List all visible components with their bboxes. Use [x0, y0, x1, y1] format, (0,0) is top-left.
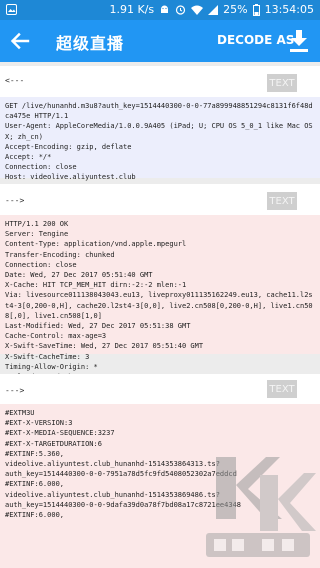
message-card-response-headers: ---> TEXT HTTP/1.1 200 OK Server: Tengin…	[0, 184, 320, 381]
signal-icon	[208, 4, 219, 15]
message-content: #EXTM3U #EXT-X-VERSION:3 #EXT-X-MEDIA-SE…	[0, 404, 320, 568]
direction-label: <---	[5, 76, 25, 85]
direction-label: --->	[5, 386, 25, 395]
message-card-request: <--- TEXT GET /live/hunanhd.m3u8?auth_ke…	[0, 66, 320, 181]
battery-percent: 25%	[223, 3, 248, 16]
text-button[interactable]: TEXT	[267, 74, 297, 92]
text-button[interactable]: TEXT	[267, 192, 297, 210]
status-right: 1.91 K/s 25% 13:54:05	[110, 3, 315, 16]
wifi-icon	[191, 5, 204, 15]
decode-as-button[interactable]: DECODE AS	[217, 33, 294, 47]
direction-label: --->	[5, 196, 25, 205]
status-left	[6, 4, 17, 15]
clock: 13:54:05	[264, 3, 314, 16]
text-button[interactable]: TEXT	[267, 380, 297, 398]
message-content: HTTP/1.1 200 OK Server: Tengine Content-…	[0, 215, 320, 381]
image-icon	[6, 4, 17, 15]
message-content: GET /live/hunanhd.m3u8?auth_key=15144403…	[0, 97, 320, 181]
app-bar: 超级直播 DECODE AS	[0, 20, 320, 62]
android-debug-icon	[161, 5, 169, 13]
page-title: 超级直播	[56, 34, 125, 53]
message-card-response-body: ---> TEXT #EXTM3U #EXT-X-VERSION:3 #EXT-…	[0, 374, 320, 568]
arrow-left-icon[interactable]	[10, 31, 30, 51]
download-icon[interactable]	[288, 29, 310, 53]
alarm-icon	[176, 5, 186, 15]
network-speed: 1.91 K/s	[109, 3, 155, 16]
battery-icon	[252, 3, 260, 16]
status-bar: 1.91 K/s 25% 13:54:05	[0, 0, 320, 20]
